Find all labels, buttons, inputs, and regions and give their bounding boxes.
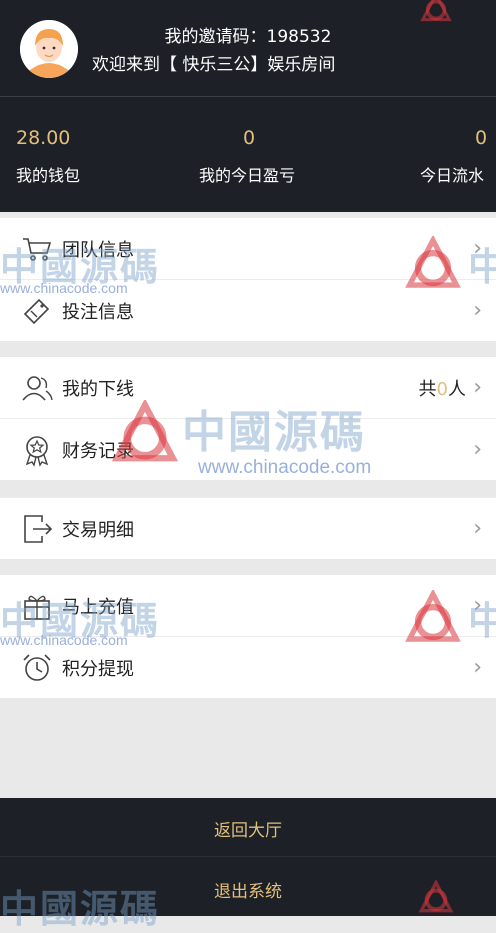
invite-label: 我的邀请码： xyxy=(164,27,267,47)
watermark-logo-icon xyxy=(405,236,461,288)
watermark-url: www.chinacode.com xyxy=(0,632,128,648)
downline-prefix: 共 xyxy=(418,378,437,400)
watermark-text: 中國源碼 xyxy=(468,598,496,643)
return-lobby-button[interactable]: 返回大厅 xyxy=(0,816,496,841)
watermark-url: www.chinacode.com xyxy=(198,457,372,478)
downline-count-number: 0 xyxy=(436,378,448,400)
downline-suffix: 人 xyxy=(448,378,466,400)
bet-info-label: 投注信息 xyxy=(62,301,134,323)
menu-item-transaction-details[interactable]: 交易明细 › xyxy=(0,498,496,559)
transaction-details-label: 交易明细 xyxy=(62,519,134,541)
watermark-text: 中國源碼 xyxy=(0,886,161,931)
chevron-right-icon: › xyxy=(473,298,482,323)
footer-divider xyxy=(0,856,496,857)
invite-code: 198532 xyxy=(266,27,332,47)
today-profit-value: 0 xyxy=(243,127,256,149)
watermark-url: www.chinacode.com xyxy=(0,280,128,296)
award-badge-icon xyxy=(25,436,49,467)
watermark-text: 中國源碼 xyxy=(468,244,496,289)
users-icon xyxy=(22,376,53,401)
watermark-logo-icon xyxy=(405,590,461,642)
chevron-right-icon: › xyxy=(473,437,482,462)
today-profit-label: 我的今日盈亏 xyxy=(199,166,296,185)
header-divider xyxy=(0,96,496,97)
watermark-logo-icon xyxy=(418,880,454,913)
menu-group-transactions: 交易明细 › xyxy=(0,498,496,559)
downline-count: 共0人 xyxy=(419,375,466,401)
alarm-clock-icon xyxy=(23,654,51,681)
chevron-right-icon: › xyxy=(473,655,482,680)
my-downline-label: 我的下线 xyxy=(62,378,134,400)
chevron-right-icon: › xyxy=(473,516,482,541)
wallet-value: 28.00 xyxy=(16,127,71,149)
user-header: 我的邀请码：198532 欢迎来到【 快乐三公】娱乐房间 28.00 我的钱包 … xyxy=(0,0,496,212)
points-withdraw-label: 积分提现 xyxy=(62,658,134,680)
watermark-logo-icon xyxy=(420,0,452,22)
wallet-label: 我的钱包 xyxy=(16,166,81,185)
today-turnover-value: 0 xyxy=(475,127,488,149)
ticket-icon xyxy=(23,298,50,325)
watermark-text: 中國源碼 xyxy=(182,407,366,458)
watermark-logo-icon xyxy=(111,400,179,462)
exit-door-icon xyxy=(24,515,53,543)
today-turnover-label: 今日流水 xyxy=(420,166,485,185)
chevron-right-icon: › xyxy=(473,375,482,400)
welcome-text: 欢迎来到【 快乐三公】娱乐房间 xyxy=(92,55,336,75)
